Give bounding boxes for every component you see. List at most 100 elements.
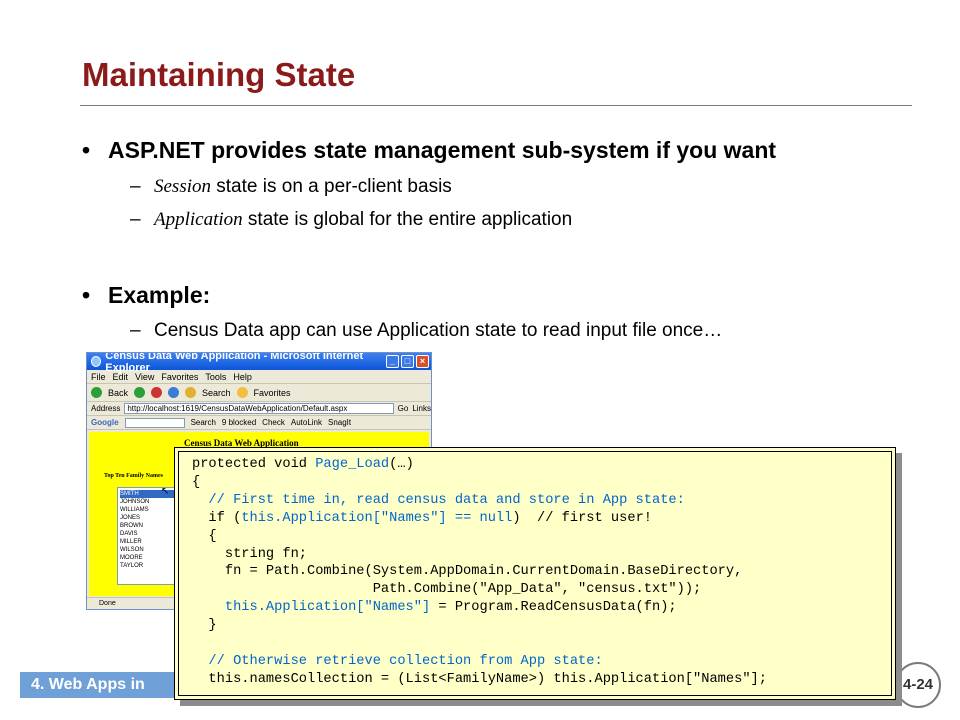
sub-item-text: state is on a per-client basis [211,176,452,197]
code-text: fn = Path.Combine(System.AppDomain.Curre… [192,564,743,580]
snagit-button[interactable]: SnagIt [328,418,351,427]
home-icon[interactable] [185,387,197,398]
code-line: { [192,528,767,546]
code-line: ​ [192,635,767,653]
list-item[interactable]: JONES [120,514,176,522]
autolink-button[interactable]: AutoLink [291,418,322,427]
google-search-input[interactable] [124,417,185,428]
ie-logo-icon [91,356,102,367]
bullet-example: • Example: [82,282,210,309]
footer-label: 4. Web Apps in [20,672,180,698]
sub-item-session: – Session state is on a per-client basis [130,176,452,198]
title-divider [80,105,912,106]
top-ten-label: Top Ten Family Names [104,473,163,479]
address-bar: Address http://localhost:1619/CensusData… [87,402,431,416]
stop-icon[interactable] [151,387,163,398]
code-line: // Otherwise retrieve collection from Ap… [192,653,767,671]
sub-item-italic: Session [154,176,211,197]
code-line: string fn; [192,546,767,564]
code-highlight: // Otherwise retrieve collection from Ap… [192,653,603,669]
list-item[interactable]: MOORE [120,554,176,562]
dash-glyph: – [130,320,141,341]
maximize-icon[interactable]: □ [401,355,414,368]
code-line: Path.Combine("App_Data", "census.txt")); [192,581,767,599]
close-icon[interactable]: × [416,355,429,368]
list-item[interactable]: JOHNSON [120,498,176,506]
menu-tools[interactable]: Tools [205,372,226,382]
dash-glyph: – [130,209,141,230]
star-icon[interactable] [236,387,248,398]
browser-toolbar: Back Search Favorites [87,384,431,402]
code-text: protected void [192,457,316,472]
code-text: } [192,618,217,634]
code-highlight: // First time in, read census data and s… [192,492,685,508]
sub-item-text: state is global for the entire applicati… [242,209,573,230]
bullet-glyph: • [82,282,91,308]
bullet-glyph: • [82,137,91,163]
code-text: = Program.ReadCensusData(fn); [430,600,677,616]
sub-item-census: – Census Data app can use Application sta… [130,320,722,342]
sub-item-italic: Application [154,209,243,230]
menu-favorites[interactable]: Favorites [161,372,198,382]
code-text: ) // first user! [512,510,652,526]
bullet-state-management: • ASP.NET provides state management sub-s… [82,137,776,164]
list-item[interactable]: MILLER [120,538,176,546]
menu-file[interactable]: File [91,372,106,382]
list-item[interactable]: BROWN [120,522,176,530]
family-names-listbox[interactable]: SMITH JOHNSON WILLIAMS JONES BROWN DAVIS… [117,487,179,585]
refresh-icon[interactable] [168,387,180,398]
go-button[interactable]: Go [398,404,409,413]
window-buttons: _ □ × [386,355,431,368]
back-button[interactable]: Back [108,388,128,398]
menu-edit[interactable]: Edit [113,372,129,382]
code-highlight: Page_Load [315,457,390,472]
bullet-text: Example: [108,282,211,308]
code-highlight: this.Application["Names"] [192,600,431,616]
spell-check-button[interactable]: Check [262,418,285,427]
code-line: protected void Page_Load(…) [192,456,767,474]
google-toolbar: Google Search 9 blocked Check AutoLink S… [87,416,431,430]
links-label[interactable]: Links [412,404,431,413]
code-line: this.Application["Names"] = Program.Read… [192,599,767,617]
google-logo: Google [91,418,119,427]
list-item[interactable]: DAVIS [120,530,176,538]
sub-item-text: Census Data app can use Application stat… [154,320,723,341]
code-line: } [192,617,767,635]
code-text: string fn; [192,546,307,562]
list-item[interactable]: WILSON [120,546,176,554]
list-item[interactable]: TAYLOR [120,562,176,570]
menu-help[interactable]: Help [233,372,252,382]
code-text: this.namesCollection = (List<FamilyName>… [192,671,767,687]
code-highlight: this.Application["Names"] == null [241,510,513,526]
address-label: Address [91,404,121,413]
address-input[interactable]: http://localhost:1619/CensusDataWebAppli… [124,403,394,414]
code-text: Path.Combine("App_Data", "census.txt")); [192,582,702,598]
list-item[interactable]: WILLIAMS [120,506,176,514]
bullet-text: ASP.NET provides state management sub-sy… [108,137,777,163]
browser-titlebar: Census Data Web Application - Microsoft … [87,353,431,374]
code-callout: protected void Page_Load(…){ // First ti… [174,447,896,700]
code-text: { [192,528,217,544]
code-text: if ( [192,510,242,526]
sub-item-application: – Application state is global for the ent… [130,209,572,231]
code-text: { [192,474,201,490]
google-search-button[interactable]: Search [191,418,216,427]
popup-blocked[interactable]: 9 blocked [222,418,256,427]
minimize-icon[interactable]: _ [386,355,399,368]
code-line: this.namesCollection = (List<FamilyName>… [192,671,767,689]
menu-view[interactable]: View [135,372,154,382]
code-text: (…) [389,457,414,472]
back-icon[interactable] [91,387,102,398]
code-line: if (this.Application["Names"] == null) /… [192,510,767,528]
forward-icon[interactable] [134,387,146,398]
slide-title: Maintaining State [82,56,356,93]
favorites-button[interactable]: Favorites [254,388,291,398]
dash-glyph: – [130,176,141,197]
search-button[interactable]: Search [202,388,231,398]
code-line: { [192,474,767,492]
code-line: // First time in, read census data and s… [192,492,767,510]
browser-title: Census Data Web Application - Microsoft … [105,352,364,374]
mouse-cursor-icon: ↖ [161,486,170,497]
code-block: protected void Page_Load(…){ // First ti… [192,456,767,689]
code-line: fn = Path.Combine(System.AppDomain.Curre… [192,563,767,581]
